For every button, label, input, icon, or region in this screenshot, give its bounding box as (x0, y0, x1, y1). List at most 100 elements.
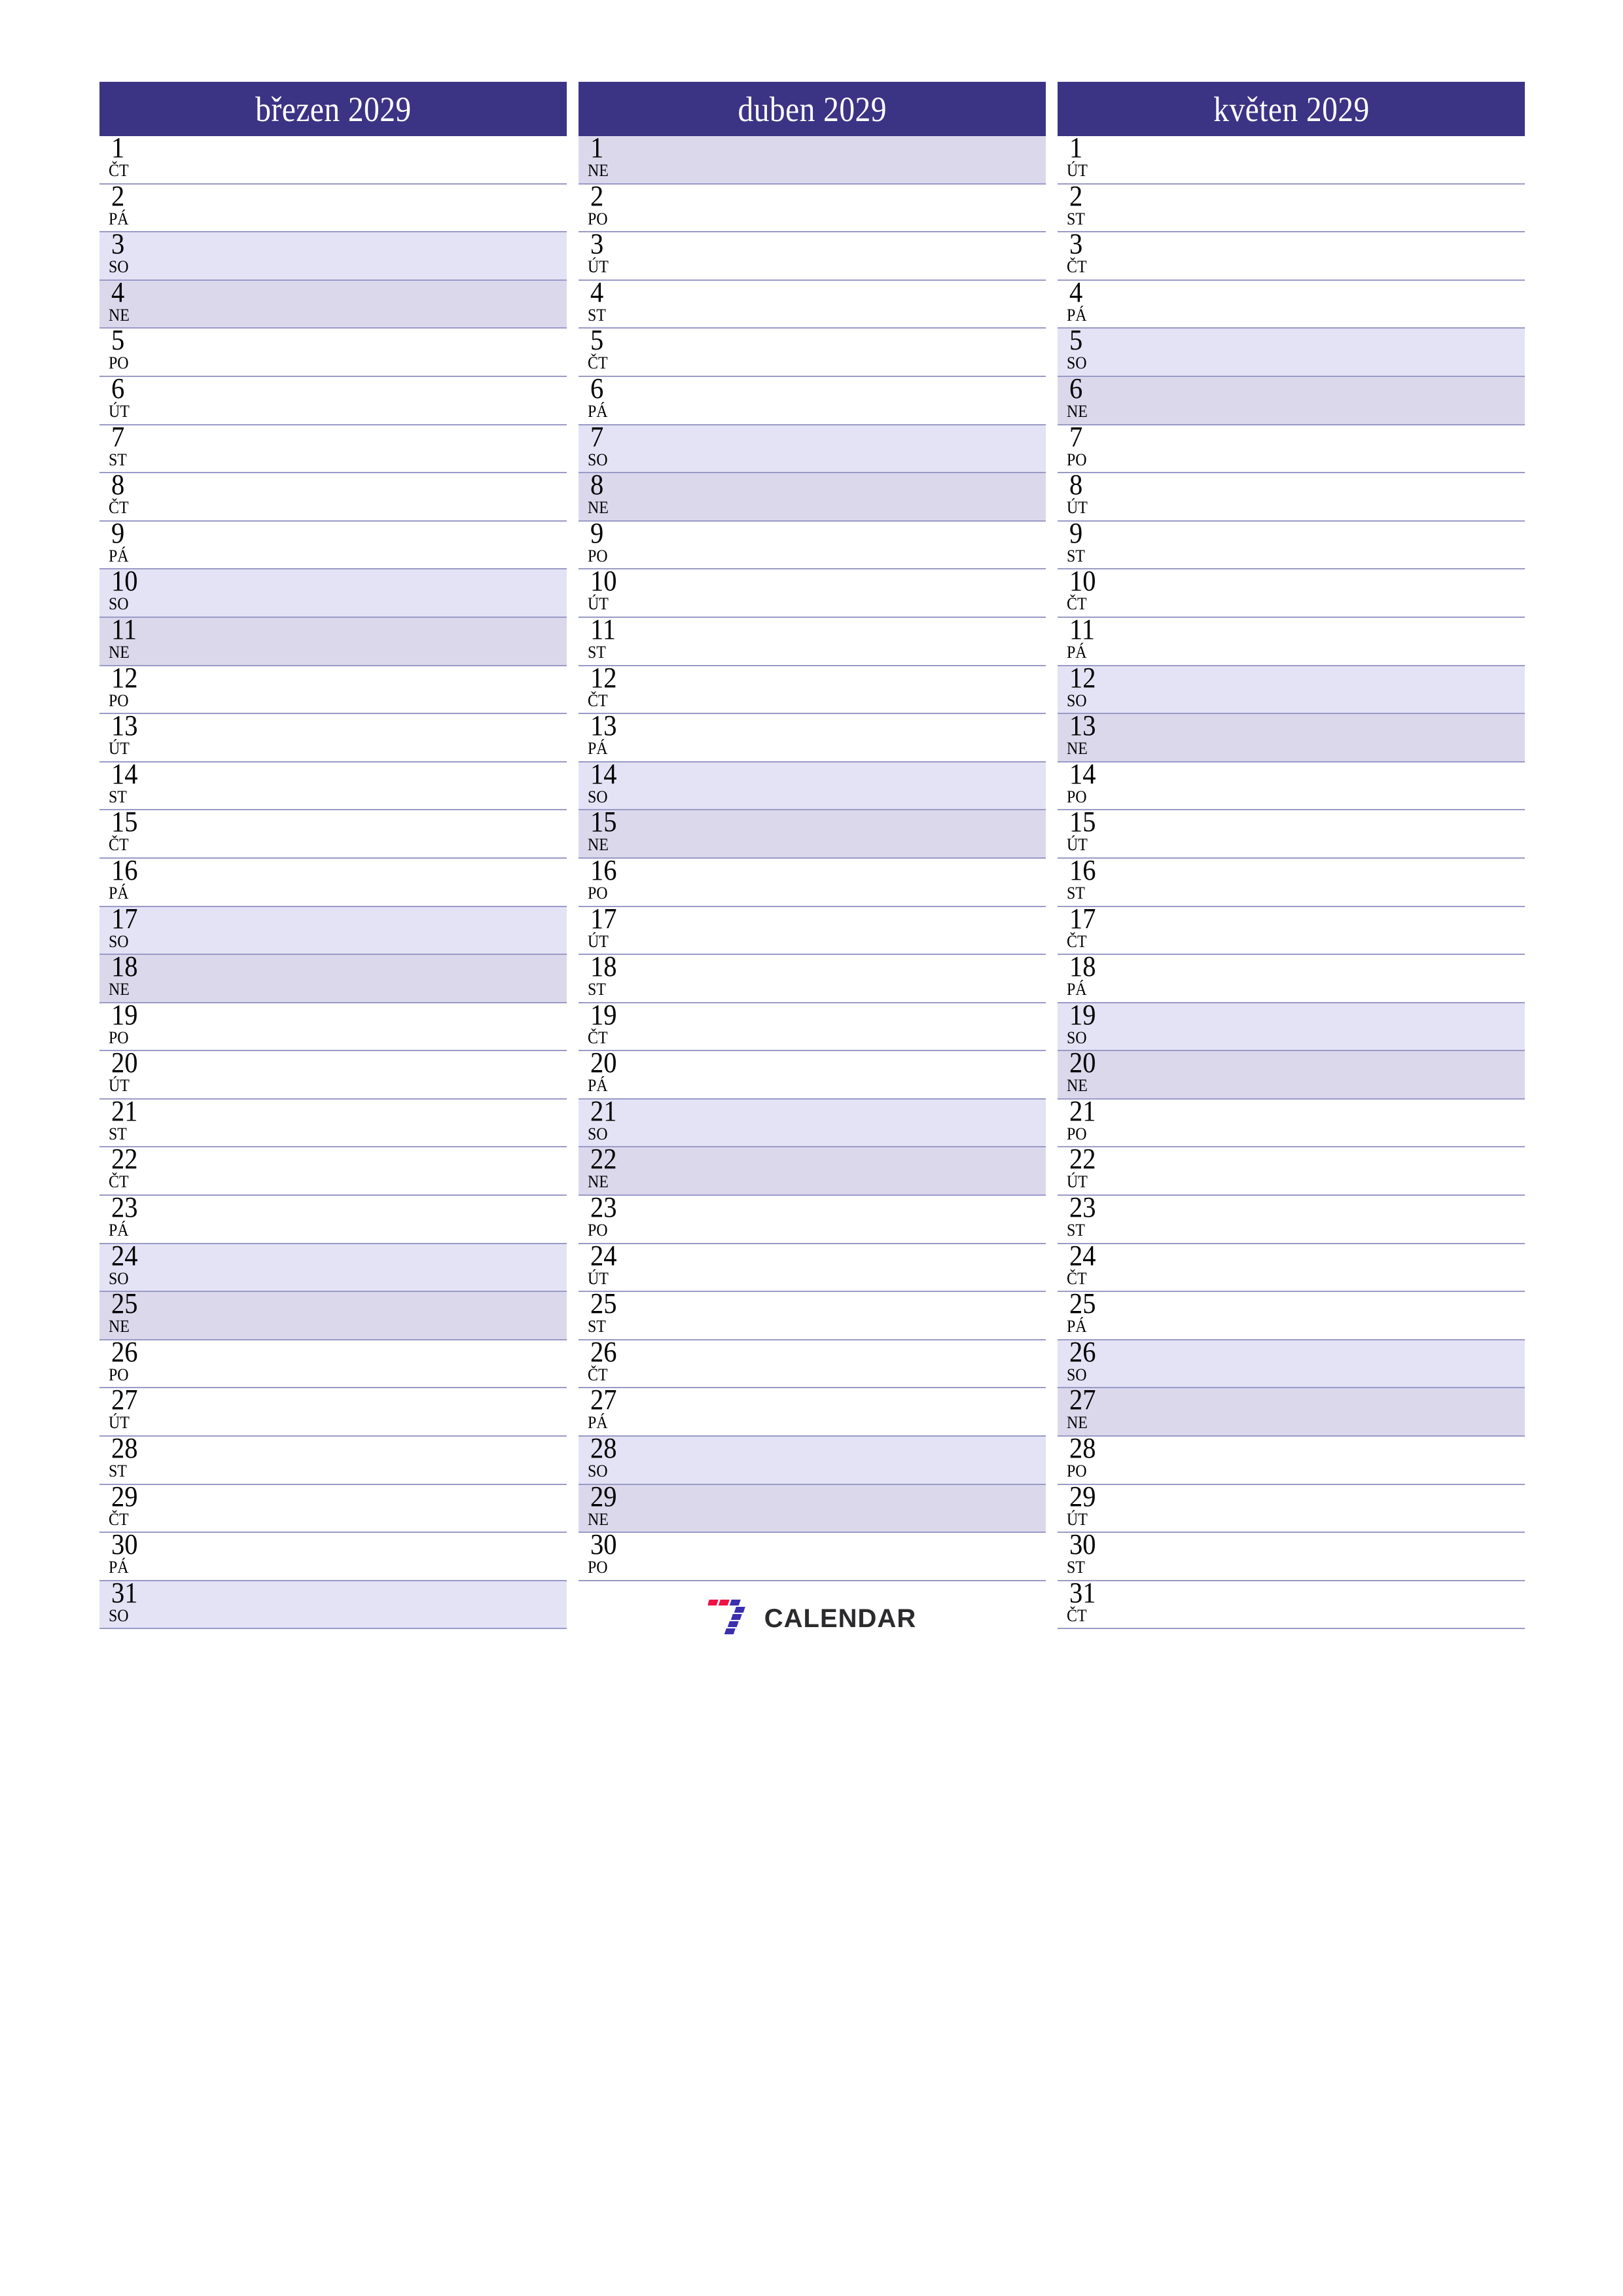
day-row[interactable]: 15 ÚT (1058, 810, 1525, 859)
day-row[interactable]: 7 PO (1058, 425, 1525, 474)
day-row[interactable]: 28 SO (579, 1437, 1046, 1485)
day-row[interactable]: 14 ST (99, 762, 567, 811)
day-row[interactable]: 14 PO (1058, 762, 1525, 811)
day-row[interactable]: 20 ÚT (99, 1051, 567, 1100)
day-row[interactable]: 8 ČT (99, 473, 567, 522)
day-row[interactable]: 31 ČT (1058, 1581, 1525, 1630)
day-number: 23 (1069, 1196, 1096, 1224)
day-row[interactable]: 25 NE (99, 1292, 567, 1340)
day-row[interactable]: 23 ST (1058, 1196, 1525, 1244)
day-row[interactable]: 1 NE (579, 136, 1046, 185)
day-row[interactable]: 26 SO (1058, 1340, 1525, 1389)
day-row[interactable]: 26 PO (99, 1340, 567, 1389)
day-row[interactable]: 19 ČT (579, 1003, 1046, 1052)
day-row[interactable]: 22 ÚT (1058, 1147, 1525, 1196)
day-row[interactable]: 11 ST (579, 617, 1046, 666)
day-number: 28 (590, 1437, 617, 1465)
day-row[interactable]: 22 ČT (99, 1147, 567, 1196)
day-row[interactable]: 4 NE (99, 280, 567, 329)
day-row[interactable]: 16 PÁ (99, 858, 567, 907)
day-row[interactable]: 1 ČT (99, 136, 567, 185)
day-row[interactable]: 24 ČT (1058, 1244, 1525, 1293)
day-row[interactable]: 6 PÁ (579, 376, 1046, 425)
day-row[interactable]: 23 PO (579, 1196, 1046, 1244)
day-row[interactable]: 23 PÁ (99, 1196, 567, 1244)
day-row[interactable]: 29 NE (579, 1484, 1046, 1534)
day-row[interactable]: 21 ST (99, 1099, 567, 1148)
day-row[interactable]: 3 ČT (1058, 232, 1525, 281)
day-row[interactable]: 13 NE (1058, 714, 1525, 762)
day-row[interactable]: 22 NE (579, 1147, 1046, 1196)
day-row[interactable]: 9 ST (1058, 521, 1525, 570)
day-row[interactable]: 17 ÚT (579, 906, 1046, 956)
day-row[interactable]: 19 SO (1058, 1003, 1525, 1052)
day-row[interactable]: 16 PO (579, 858, 1046, 907)
day-row[interactable]: 26 ČT (579, 1340, 1046, 1389)
day-row[interactable]: 24 SO (99, 1244, 567, 1293)
day-row[interactable]: 11 NE (99, 617, 567, 666)
day-row[interactable]: 8 NE (579, 473, 1046, 522)
day-row[interactable]: 18 ST (579, 955, 1046, 1003)
day-row[interactable]: 31 SO (99, 1581, 567, 1630)
day-row[interactable]: 29 ČT (99, 1484, 567, 1534)
day-row[interactable]: 4 ST (579, 280, 1046, 329)
day-row[interactable]: 27 NE (1058, 1388, 1525, 1437)
day-row[interactable]: 8 ÚT (1058, 473, 1525, 522)
day-row[interactable]: 2 PÁ (99, 184, 567, 233)
day-row[interactable]: 20 PÁ (579, 1051, 1046, 1100)
day-row[interactable]: 12 ČT (579, 666, 1046, 715)
day-row[interactable]: 15 NE (579, 810, 1046, 859)
day-row[interactable]: 2 ST (1058, 184, 1525, 233)
day-weekday-abbr: PO (588, 209, 608, 228)
day-row[interactable]: 30 ST (1058, 1533, 1525, 1581)
day-row[interactable]: 25 ST (579, 1292, 1046, 1340)
day-row[interactable]: 6 ÚT (99, 376, 567, 425)
day-row[interactable]: 1 ÚT (1058, 136, 1525, 185)
day-row[interactable]: 21 SO (579, 1099, 1046, 1148)
day-row[interactable]: 28 PO (1058, 1437, 1525, 1485)
day-row[interactable]: 9 PO (579, 521, 1046, 570)
day-row[interactable]: 15 ČT (99, 810, 567, 859)
day-row[interactable]: 21 PO (1058, 1099, 1525, 1148)
day-row[interactable]: 29 ÚT (1058, 1484, 1525, 1534)
day-weekday-abbr: PÁ (1067, 305, 1087, 325)
day-row[interactable]: 9 PÁ (99, 521, 567, 570)
day-row[interactable]: 3 SO (99, 232, 567, 281)
day-row[interactable]: 10 ÚT (579, 569, 1046, 618)
day-row[interactable]: 16 ST (1058, 858, 1525, 907)
day-row[interactable]: 10 ČT (1058, 569, 1525, 618)
day-row[interactable]: 7 ST (99, 425, 567, 474)
day-row[interactable]: 10 SO (99, 569, 567, 618)
day-weekday-abbr: PO (1067, 1462, 1087, 1481)
day-row[interactable]: 2 PO (579, 184, 1046, 233)
day-row[interactable]: 5 ČT (579, 329, 1046, 377)
day-row[interactable]: 12 PO (99, 666, 567, 715)
day-row[interactable]: 5 SO (1058, 329, 1525, 377)
day-row[interactable]: 12 SO (1058, 666, 1525, 715)
day-row[interactable]: 18 PÁ (1058, 955, 1525, 1003)
day-row[interactable]: 27 PÁ (579, 1388, 1046, 1437)
day-row[interactable]: 27 ÚT (99, 1388, 567, 1437)
day-row[interactable]: 4 PÁ (1058, 280, 1525, 329)
day-row[interactable]: 5 PO (99, 329, 567, 377)
day-row[interactable]: 19 PO (99, 1003, 567, 1052)
day-row[interactable]: 25 PÁ (1058, 1292, 1525, 1340)
day-number: 27 (590, 1388, 617, 1416)
day-row[interactable]: 13 ÚT (99, 714, 567, 762)
day-row[interactable]: 30 PÁ (99, 1533, 567, 1581)
day-row[interactable]: 14 SO (579, 762, 1046, 811)
day-row[interactable]: 20 NE (1058, 1051, 1525, 1100)
day-row[interactable]: 17 SO (99, 906, 567, 956)
day-row[interactable]: 3 ÚT (579, 232, 1046, 281)
day-row[interactable]: 11 PÁ (1058, 617, 1525, 666)
day-row[interactable]: 28 ST (99, 1437, 567, 1485)
day-row[interactable]: 13 PÁ (579, 714, 1046, 762)
day-row[interactable]: 18 NE (99, 955, 567, 1003)
day-row[interactable]: 6 NE (1058, 376, 1525, 425)
day-number: 9 (111, 521, 125, 549)
day-row[interactable]: 17 ČT (1058, 906, 1525, 956)
day-row[interactable]: 24 ÚT (579, 1244, 1046, 1293)
day-row[interactable]: 7 SO (579, 425, 1046, 474)
day-number: 23 (590, 1196, 617, 1224)
day-row[interactable]: 30 PO (579, 1533, 1046, 1581)
